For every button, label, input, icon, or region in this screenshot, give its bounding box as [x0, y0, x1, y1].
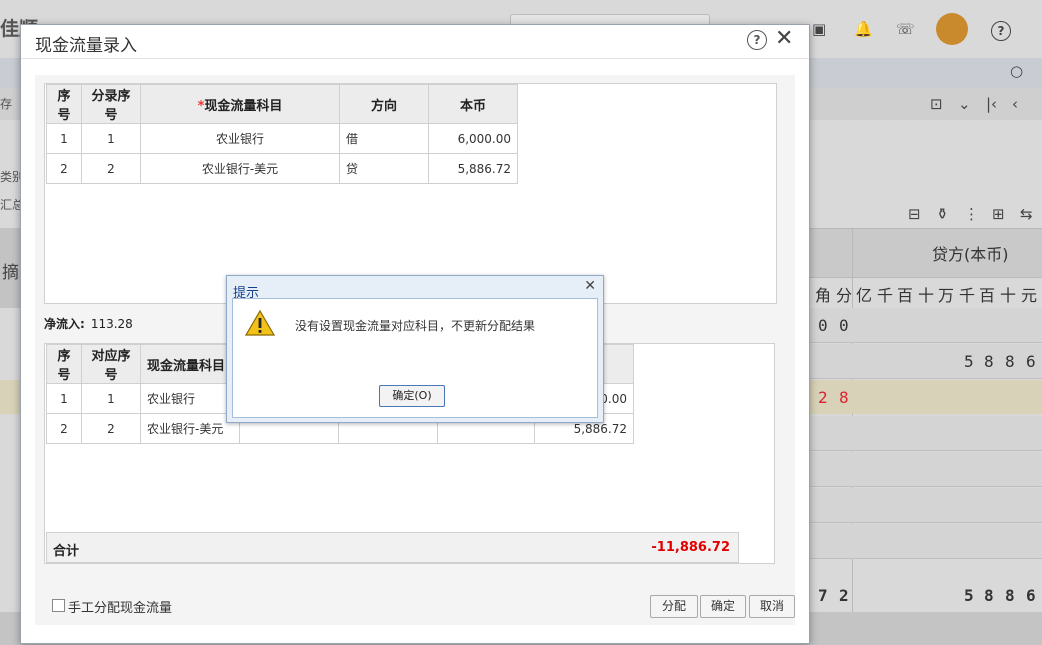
total-digit: 7 [818, 586, 828, 605]
digit-header: 万 [938, 286, 955, 305]
toolbar-icon-4[interactable]: ⊞ [992, 205, 1005, 223]
digit-header: 亿 [856, 286, 873, 305]
cell-cash-account[interactable]: 农业银行 [140, 123, 340, 154]
grid-digit: 0 [818, 316, 828, 335]
total-digit: 8 [1005, 586, 1015, 605]
net-flow-value: 113.28 [90, 317, 133, 331]
toolbar-icon-2[interactable]: ⚱ [936, 205, 949, 223]
cell-index: 1 [46, 123, 82, 154]
cell-entry-no: 2 [81, 153, 141, 184]
chevron-down-icon[interactable]: ⌄ [958, 95, 971, 113]
cell-index: 1 [46, 383, 82, 414]
allocate-button[interactable]: 分配 [650, 595, 698, 618]
grid-row[interactable] [808, 452, 1042, 487]
digit-header: 十 [918, 286, 935, 305]
col-header-entry-no[interactable]: 分录序号 [81, 84, 141, 124]
net-flow: 净流入: 113.28 [44, 315, 133, 332]
entry-table: 序号 分录序号 *现金流量科目 方向 本币 1 1 农业银行 借 6,000.0… [46, 84, 518, 184]
total-row: 合计 -11,886.72 [46, 532, 739, 563]
cell-cash-account[interactable]: 农业银行-美元 [140, 413, 240, 444]
cell-direction: 借 [339, 123, 429, 154]
toolbar-icon-5[interactable]: ⇆ [1020, 205, 1033, 223]
total-digit: 6 [1026, 586, 1036, 605]
alert-message: 没有设置现金流量对应科目，不更新分配结果 [295, 319, 536, 333]
digit-header: 千 [959, 286, 976, 305]
avatar[interactable] [936, 13, 968, 45]
total-label: 合计 [53, 544, 80, 559]
grid-digit: 2 [818, 388, 828, 407]
col-header-index[interactable]: 序号 [46, 344, 82, 384]
total-digit: 5 [964, 586, 974, 605]
credit-header: 贷方(本币) [932, 245, 1009, 264]
close-icon[interactable]: ✕ [584, 278, 596, 294]
cancel-button[interactable]: 取消 [749, 595, 795, 618]
alert-ok-button[interactable]: 确定(O) [379, 385, 445, 407]
digit-header: 百 [897, 286, 914, 305]
toolbar-icon-3[interactable]: ⋮ [964, 205, 979, 223]
cell-direction: 贷 [339, 153, 429, 184]
col-header-cash-account[interactable]: 现金流量科目 [140, 344, 240, 384]
grid-digit: 8 [839, 388, 849, 407]
manual-allocation-label[interactable]: 手工分配现金流量 [68, 597, 172, 616]
grid-digit: 6 [1026, 352, 1036, 371]
toolbar-save-fragment[interactable]: 存 [0, 95, 12, 112]
cell-entry-no: 1 [81, 123, 141, 154]
help-icon[interactable]: ? [747, 30, 767, 50]
col-header-cash-account[interactable]: *现金流量科目 [140, 84, 340, 124]
message-icon[interactable]: ▣ [812, 20, 826, 38]
net-flow-label: 净流入: [44, 317, 85, 331]
digit-header: 角 [815, 286, 832, 305]
grid-row[interactable] [808, 416, 1042, 451]
phone-icon[interactable]: ☏ [896, 20, 915, 38]
close-icon[interactable]: ✕ [775, 26, 793, 51]
cell-amount: 6,000.00 [428, 123, 518, 154]
alert-dialog: 提示 ✕ 没有设置现金流量对应科目，不更新分配结果 确定(O) [226, 275, 604, 423]
digit-header: 十 [1000, 286, 1017, 305]
bell-icon[interactable]: 🔔 [854, 20, 873, 38]
dialog-divider [21, 58, 809, 59]
col-header-direction[interactable]: 方向 [339, 84, 429, 124]
col-header-amount[interactable]: 本币 [428, 84, 518, 124]
first-page-icon[interactable]: |‹ [986, 95, 997, 113]
table-row[interactable]: 1 1 农业银行 借 6,000.00 [46, 123, 518, 154]
cell-amount: 5,886.72 [428, 153, 518, 184]
digit-header: 分 [836, 286, 853, 305]
toolbar-icon-1[interactable]: ⊟ [908, 205, 921, 223]
grid-row[interactable] [808, 488, 1042, 523]
digit-header: 百 [979, 286, 996, 305]
col-header-index[interactable]: 序号 [46, 84, 82, 124]
alert-body: 没有设置现金流量对应科目，不更新分配结果 确定(O) [232, 298, 598, 418]
view-icon[interactable]: ⊡ [930, 95, 943, 113]
digit-header: 千 [877, 286, 894, 305]
help-icon[interactable]: ? [991, 21, 1011, 41]
grid-row[interactable] [808, 524, 1042, 559]
grid-summary-header: 摘 [2, 263, 19, 283]
cell-cash-account[interactable]: 农业银行 [140, 383, 240, 414]
grid-digit: 8 [984, 352, 994, 371]
cell-ref-no: 2 [81, 413, 141, 444]
ok-button[interactable]: 确定 [700, 595, 746, 618]
dialog-title: 现金流量录入 [35, 36, 137, 56]
cell-cash-account[interactable]: 农业银行-美元 [140, 153, 340, 184]
col-header-ref-no[interactable]: 对应序号 [81, 344, 141, 384]
prev-page-icon[interactable]: ‹ [1012, 95, 1018, 113]
grid-digit: 5 [964, 352, 974, 371]
cell-index: 2 [46, 413, 82, 444]
total-digit: 8 [984, 586, 994, 605]
table-row[interactable]: 2 2 农业银行-美元 贷 5,886.72 [46, 153, 518, 184]
digit-header: 元 [1021, 286, 1038, 305]
cell-index: 2 [46, 153, 82, 184]
search-icon[interactable]: ○ [1010, 62, 1023, 80]
warning-icon [245, 309, 275, 336]
col-header-label: 现金流量科目 [204, 98, 283, 114]
cell-ref-no: 1 [81, 383, 141, 414]
total-digit: 2 [839, 586, 849, 605]
total-value: -11,886.72 [651, 540, 730, 555]
grid-digit: 0 [839, 316, 849, 335]
grid-digit: 8 [1005, 352, 1015, 371]
manual-allocation-checkbox[interactable] [52, 599, 65, 612]
